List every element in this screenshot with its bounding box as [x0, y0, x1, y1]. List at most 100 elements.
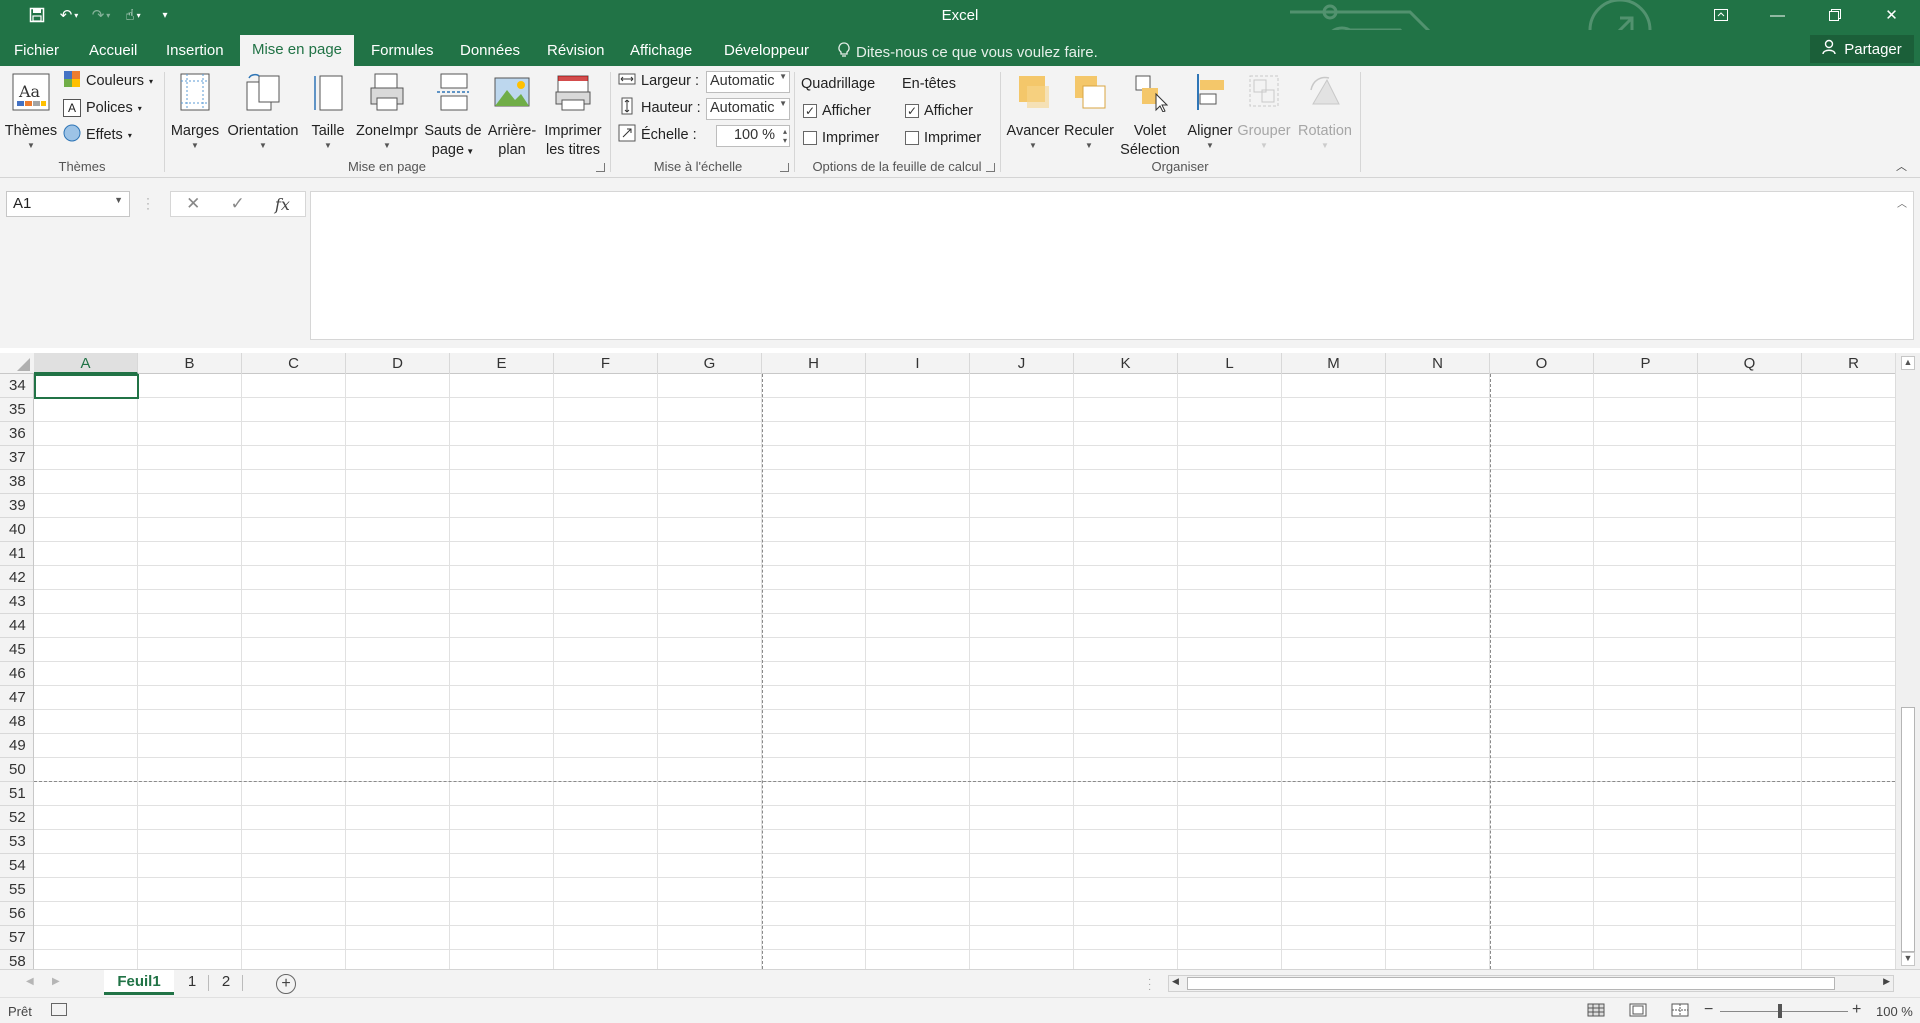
row-header[interactable]: 41 — [0, 542, 33, 566]
align-button[interactable]: Aligner ▼ — [1185, 72, 1235, 151]
normal-view-icon[interactable] — [1586, 1002, 1606, 1018]
scroll-left-icon[interactable]: ◀ — [1172, 976, 1179, 987]
horizontal-scrollbar[interactable]: ◀ ▶ — [1168, 975, 1894, 992]
restore-icon[interactable] — [1806, 0, 1863, 30]
headings-print-checkbox[interactable]: Imprimer — [905, 127, 981, 149]
add-sheet-icon[interactable]: + — [276, 974, 296, 994]
row-header[interactable]: 37 — [0, 446, 33, 470]
rotate-button[interactable]: Rotation ▼ — [1293, 72, 1357, 151]
cancel-icon[interactable]: ✕ — [186, 194, 200, 214]
tell-me-search[interactable]: Dites-nous ce que vous voulez faire. — [838, 42, 1098, 62]
row-header[interactable]: 55 — [0, 878, 33, 902]
column-header-h[interactable]: H — [762, 353, 866, 374]
row-header[interactable]: 50 — [0, 758, 33, 782]
row-header[interactable]: 34 — [0, 374, 33, 398]
group-button[interactable]: Grouper ▼ — [1235, 72, 1293, 151]
column-header-r[interactable]: R — [1802, 353, 1906, 374]
scroll-right-icon[interactable]: ▶ — [1883, 976, 1890, 987]
close-icon[interactable]: ✕ — [1863, 0, 1920, 30]
zoom-in-icon[interactable]: + — [1852, 1001, 1861, 1019]
column-header-l[interactable]: L — [1178, 353, 1282, 374]
row-header[interactable]: 53 — [0, 830, 33, 854]
row-header[interactable]: 54 — [0, 854, 33, 878]
row-header[interactable]: 40 — [0, 518, 33, 542]
fonts-button[interactable]: A Polices ▾ — [63, 97, 142, 119]
column-header-e[interactable]: E — [450, 353, 554, 374]
themes-button[interactable]: Aa Thèmes ▼ — [4, 72, 58, 151]
row-header[interactable]: 56 — [0, 902, 33, 926]
vertical-scrollbar[interactable]: ▲ ▼ — [1895, 353, 1920, 969]
print-titles-button[interactable]: Imprimer les titres — [540, 72, 606, 160]
effects-button[interactable]: Effets ▾ — [63, 124, 132, 146]
tab-mise-en-page[interactable]: Mise en page — [240, 35, 354, 66]
background-button[interactable]: Arrière- plan — [484, 72, 540, 160]
gridlines-view-checkbox[interactable]: ✓ Afficher — [803, 100, 871, 122]
collapse-formula-bar-icon[interactable]: ︿ — [1897, 195, 1907, 210]
tab-fichier[interactable]: Fichier — [14, 36, 59, 66]
page-setup-launcher[interactable] — [596, 163, 605, 172]
insert-function-icon[interactable]: fx — [275, 195, 290, 214]
column-header-g[interactable]: G — [658, 353, 762, 374]
scroll-down-icon[interactable]: ▼ — [1901, 952, 1915, 966]
row-header[interactable]: 38 — [0, 470, 33, 494]
colors-button[interactable]: Couleurs ▾ — [63, 70, 153, 92]
column-header-q[interactable]: Q — [1698, 353, 1802, 374]
vertical-scroll-thumb[interactable] — [1901, 707, 1915, 952]
column-header-c[interactable]: C — [242, 353, 346, 374]
column-header-i[interactable]: I — [866, 353, 970, 374]
row-header[interactable]: 57 — [0, 926, 33, 950]
share-button[interactable]: Partager — [1810, 35, 1914, 63]
print-area-button[interactable]: ZoneImpr ▼ — [352, 72, 422, 151]
column-header-a[interactable]: A — [34, 353, 138, 374]
gridlines-print-checkbox[interactable]: Imprimer — [803, 127, 879, 149]
sheet-tab-1[interactable]: 1 — [178, 970, 206, 995]
row-header[interactable]: 39 — [0, 494, 33, 518]
formula-bar-grip-icon[interactable]: · · · — [146, 192, 150, 214]
macro-record-icon[interactable] — [51, 1003, 67, 1016]
row-header[interactable]: 35 — [0, 398, 33, 422]
collapse-ribbon-icon[interactable]: ︿ — [1896, 158, 1907, 174]
row-header[interactable]: 45 — [0, 638, 33, 662]
column-header-k[interactable]: K — [1074, 353, 1178, 374]
row-header[interactable]: 42 — [0, 566, 33, 590]
row-header[interactable]: 44 — [0, 614, 33, 638]
sheet-tab-feuil1[interactable]: Feuil1 — [104, 970, 174, 995]
selection-pane-button[interactable]: Volet Sélection — [1115, 72, 1185, 160]
active-cell-a1[interactable] — [34, 374, 139, 399]
horizontal-scroll-thumb[interactable] — [1187, 977, 1835, 990]
zoom-slider-thumb[interactable] — [1778, 1004, 1782, 1018]
minimize-icon[interactable]: — — [1749, 0, 1806, 30]
next-sheet-icon[interactable]: ▶ — [52, 976, 60, 987]
scale-spinner[interactable]: 100 % ▴ ▾ — [716, 125, 790, 147]
height-select[interactable]: Automatic ▼ — [706, 98, 790, 120]
row-header[interactable]: 58 — [0, 950, 33, 969]
scroll-up-icon[interactable]: ▲ — [1901, 356, 1915, 370]
column-header-p[interactable]: P — [1594, 353, 1698, 374]
row-header[interactable]: 52 — [0, 806, 33, 830]
scale-launcher[interactable] — [780, 163, 789, 172]
tab-accueil[interactable]: Accueil — [89, 36, 137, 66]
column-header-f[interactable]: F — [554, 353, 658, 374]
tab-developpeur[interactable]: Développeur — [724, 36, 809, 66]
orientation-button[interactable]: Orientation ▼ — [222, 72, 304, 151]
zoom-level[interactable]: 100 % — [1876, 1004, 1913, 1019]
cell-area[interactable] — [34, 374, 1895, 969]
send-backward-button[interactable]: Reculer ▼ — [1063, 72, 1115, 151]
row-header[interactable]: 46 — [0, 662, 33, 686]
page-layout-view-icon[interactable] — [1628, 1002, 1648, 1018]
zoom-out-icon[interactable]: − — [1704, 1001, 1713, 1019]
page-break-preview-icon[interactable] — [1670, 1002, 1690, 1018]
size-button[interactable]: Taille ▼ — [304, 72, 352, 151]
column-header-j[interactable]: J — [970, 353, 1074, 374]
tab-donnees[interactable]: Données — [460, 36, 520, 66]
sheet-tab-2[interactable]: 2 — [212, 970, 240, 995]
enter-icon[interactable]: ✓ — [231, 194, 245, 214]
headings-view-checkbox[interactable]: ✓ Afficher — [905, 100, 973, 122]
tab-affichage[interactable]: Affichage — [630, 36, 692, 66]
tab-split-grip-icon[interactable]: · · · — [1148, 975, 1151, 995]
tab-formules[interactable]: Formules — [371, 36, 434, 66]
column-header-d[interactable]: D — [346, 353, 450, 374]
select-all-corner[interactable] — [0, 353, 34, 374]
row-header[interactable]: 43 — [0, 590, 33, 614]
ribbon-display-options-icon[interactable] — [1692, 0, 1749, 30]
